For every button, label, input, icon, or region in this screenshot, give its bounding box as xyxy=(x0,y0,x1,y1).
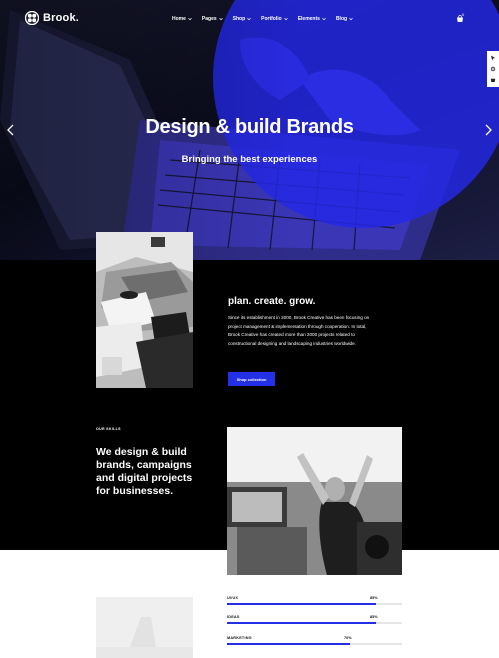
skill-progress-fill xyxy=(227,643,350,645)
skill-progress-track xyxy=(227,622,402,624)
light-room-image xyxy=(96,597,193,658)
logo-text: Brook. xyxy=(43,12,80,24)
skill-progress-fill xyxy=(227,603,376,605)
office-celebration-photo xyxy=(227,427,402,575)
skills-label: OUR SKILLS xyxy=(96,427,121,431)
menu-item-elements[interactable]: Elements xyxy=(298,16,326,22)
side-toolbar xyxy=(487,51,499,87)
about-description: Since its establishment in 2000, Brook C… xyxy=(228,315,370,346)
about-desk-photo xyxy=(96,232,193,388)
skill-item: MARKETING 70% xyxy=(227,636,402,646)
cart-count-badge: 0 xyxy=(462,12,465,17)
skill-name: MARKETING xyxy=(227,636,252,640)
skill-percent: 70% xyxy=(344,636,352,640)
menu-item-blog[interactable]: Blog xyxy=(336,16,353,22)
chevron-down-icon xyxy=(283,17,288,21)
skills-side-photo xyxy=(96,597,193,658)
skill-percent: 85% xyxy=(370,615,378,619)
hero-title: Design & build Brands xyxy=(145,116,354,138)
menu-item-home[interactable]: Home xyxy=(172,16,192,22)
menu-item-shop[interactable]: Shop xyxy=(233,16,252,22)
brand-logo[interactable]: Brook. xyxy=(25,11,79,25)
chevron-down-icon xyxy=(349,17,353,21)
about-title: plan. create. grow. xyxy=(228,296,316,307)
shop-collection-button[interactable]: Shop collection xyxy=(228,372,275,386)
chevron-down-icon xyxy=(322,17,326,21)
skill-item: IDEAS 85% xyxy=(227,615,402,625)
desk-objects-image xyxy=(96,232,193,388)
chevron-down-icon xyxy=(247,17,251,21)
chevron-down-icon xyxy=(188,17,192,21)
skill-progress-fill xyxy=(227,622,376,624)
hero-subtitle: Bringing the best experiences xyxy=(181,154,318,165)
cursor-icon[interactable] xyxy=(490,55,496,61)
skill-progress-track xyxy=(227,643,402,645)
cart-icon[interactable] xyxy=(490,77,496,83)
skill-name: IDEAS xyxy=(227,615,240,619)
chevron-down-icon xyxy=(218,17,223,21)
skill-progress-track xyxy=(227,603,402,605)
skill-item: UI/UX 85% xyxy=(227,596,402,606)
office-man-image xyxy=(227,427,402,575)
skill-name: UI/UX xyxy=(227,596,239,600)
gear-icon[interactable] xyxy=(490,66,496,72)
hero-slider: Brook. Home Pages Shop Portfolio Element… xyxy=(0,0,499,260)
main-navigation: Brook. Home Pages Shop Portfolio Element… xyxy=(0,0,499,38)
menu-bar: Home Pages Shop Portfolio Elements Blog xyxy=(172,16,353,22)
menu-item-portfolio[interactable]: Portfolio xyxy=(261,16,288,22)
logo-icon xyxy=(25,11,39,25)
skill-percent: 85% xyxy=(370,596,378,600)
skills-heading: We design & build brands, campaigns and … xyxy=(96,446,193,497)
menu-item-pages[interactable]: Pages xyxy=(202,16,223,22)
